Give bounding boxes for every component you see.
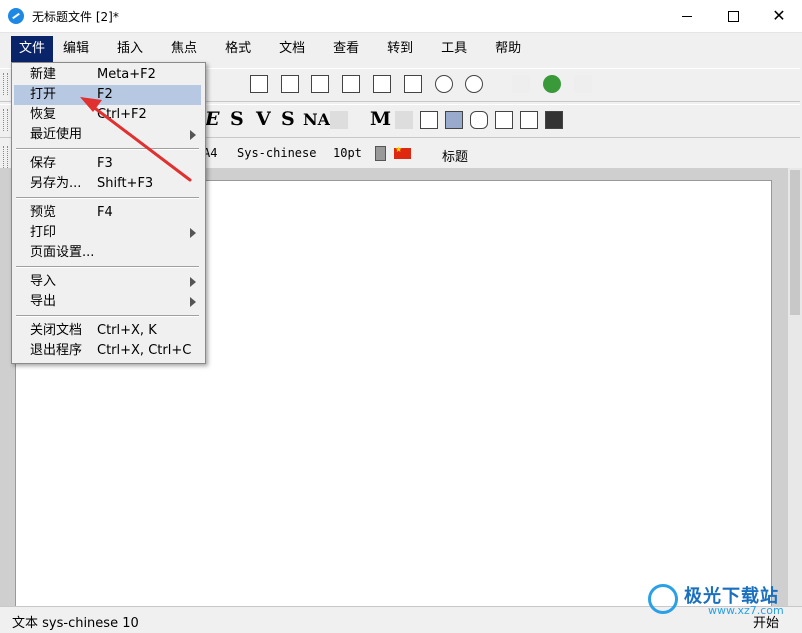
menu-item-save[interactable]: 保存 F3 (14, 154, 201, 174)
film-icon[interactable] (520, 111, 538, 129)
image-icon[interactable] (445, 111, 463, 129)
submenu-arrow-icon (190, 228, 196, 238)
menu-item-print[interactable]: 打印 (14, 223, 201, 243)
close-icon: ✕ (772, 6, 786, 25)
menu-item-save-as[interactable]: 另存为... Shift+F3 (14, 174, 201, 194)
reload-icon[interactable] (543, 75, 561, 93)
title-bar: 无标题文件 [2]* ✕ (0, 0, 802, 33)
table-icon[interactable] (420, 111, 438, 129)
menu-item-close-document[interactable]: 关闭文档 Ctrl+X, K (14, 321, 201, 341)
menu-item-recent[interactable]: 最近使用 (14, 125, 201, 145)
submenu-arrow-icon (190, 130, 196, 140)
menu-help[interactable]: 帮助 (495, 36, 521, 62)
hand-right-icon[interactable] (574, 75, 592, 93)
menu-document[interactable]: 文档 (279, 36, 305, 62)
toolbar-grip[interactable] (3, 73, 8, 95)
paragraph-style-selector[interactable]: 标题 (442, 146, 468, 165)
menu-separator (16, 266, 199, 268)
menu-item-import[interactable]: 导入 (14, 272, 201, 292)
copy-icon[interactable] (250, 75, 268, 93)
menu-format[interactable]: 格式 (225, 36, 251, 62)
monitor-icon[interactable] (545, 111, 563, 129)
maximize-button[interactable] (710, 0, 756, 32)
label-icon[interactable] (330, 111, 348, 129)
menu-tools[interactable]: 工具 (441, 36, 467, 62)
color-swatch[interactable] (375, 146, 386, 161)
submenu-arrow-icon (190, 297, 196, 307)
watermark: 极光下载站 www.xz7.com (648, 580, 798, 620)
menu-file[interactable]: 文件 (11, 36, 54, 62)
menu-separator (16, 148, 199, 150)
menu-edit[interactable]: 编辑 (63, 36, 89, 62)
menu-item-new[interactable]: 新建 Meta+F2 (14, 65, 201, 85)
scrollbar-thumb[interactable] (790, 170, 800, 315)
cut-icon[interactable] (281, 75, 299, 93)
chinese-flag-icon[interactable] (394, 145, 411, 159)
search-icon[interactable] (342, 75, 360, 93)
status-text: 文本 sys-chinese 10 (12, 616, 139, 631)
language-selector[interactable]: Sys-chinese (237, 146, 316, 160)
footnote-icon[interactable] (495, 111, 513, 129)
menu-item-revert[interactable]: 恢复 Ctrl+F2 (14, 105, 201, 125)
watermark-logo-icon (648, 584, 678, 614)
menu-item-export[interactable]: 导出 (14, 292, 201, 312)
menu-separator (16, 315, 199, 317)
math-button[interactable]: M (370, 108, 391, 130)
close-button[interactable]: ✕ (756, 0, 802, 32)
menu-view[interactable]: 查看 (333, 36, 359, 62)
toolbar-grip[interactable] (3, 146, 8, 168)
sans-button[interactable]: S (281, 108, 295, 130)
name-button[interactable]: NA (303, 110, 330, 129)
menu-focus[interactable]: 焦点 (171, 36, 197, 62)
no-search-icon[interactable] (404, 75, 422, 93)
app-icon (8, 8, 24, 24)
paste-icon[interactable] (311, 75, 329, 93)
submenu-arrow-icon (190, 277, 196, 287)
window-title: 无标题文件 [2]* (32, 10, 119, 24)
verbatim-button[interactable]: V (256, 108, 271, 130)
watermark-url: www.xz7.com (708, 604, 784, 617)
link-icon[interactable] (470, 111, 488, 129)
menu-item-page-setup[interactable]: 页面设置... (14, 243, 201, 263)
hand-left-icon[interactable] (512, 75, 530, 93)
font-size-selector[interactable]: 10pt (333, 146, 362, 160)
fraction-icon[interactable] (395, 111, 413, 129)
menu-insert[interactable]: 插入 (117, 36, 143, 62)
menu-item-preview[interactable]: 预览 F4 (14, 203, 201, 223)
menu-separator (16, 197, 199, 199)
strong-button[interactable]: S (230, 108, 244, 130)
menu-goto[interactable]: 转到 (387, 36, 413, 62)
menubar: 文件 编辑 插入 焦点 格式 文档 查看 转到 工具 帮助 (0, 36, 802, 62)
menu-item-quit[interactable]: 退出程序 Ctrl+X, Ctrl+C (14, 341, 201, 361)
undo-icon[interactable] (435, 75, 453, 93)
redo-icon[interactable] (465, 75, 483, 93)
file-menu-dropdown: 新建 Meta+F2 打开 F2 恢复 Ctrl+F2 最近使用 保存 F3 另… (11, 62, 206, 364)
menu-item-open[interactable]: 打开 F2 (14, 85, 201, 105)
toolbar-grip[interactable] (3, 109, 8, 131)
emphasize-button[interactable]: E (205, 108, 219, 130)
minimize-button[interactable] (664, 0, 710, 32)
vertical-scrollbar[interactable] (788, 168, 802, 606)
replace-icon[interactable] (373, 75, 391, 93)
